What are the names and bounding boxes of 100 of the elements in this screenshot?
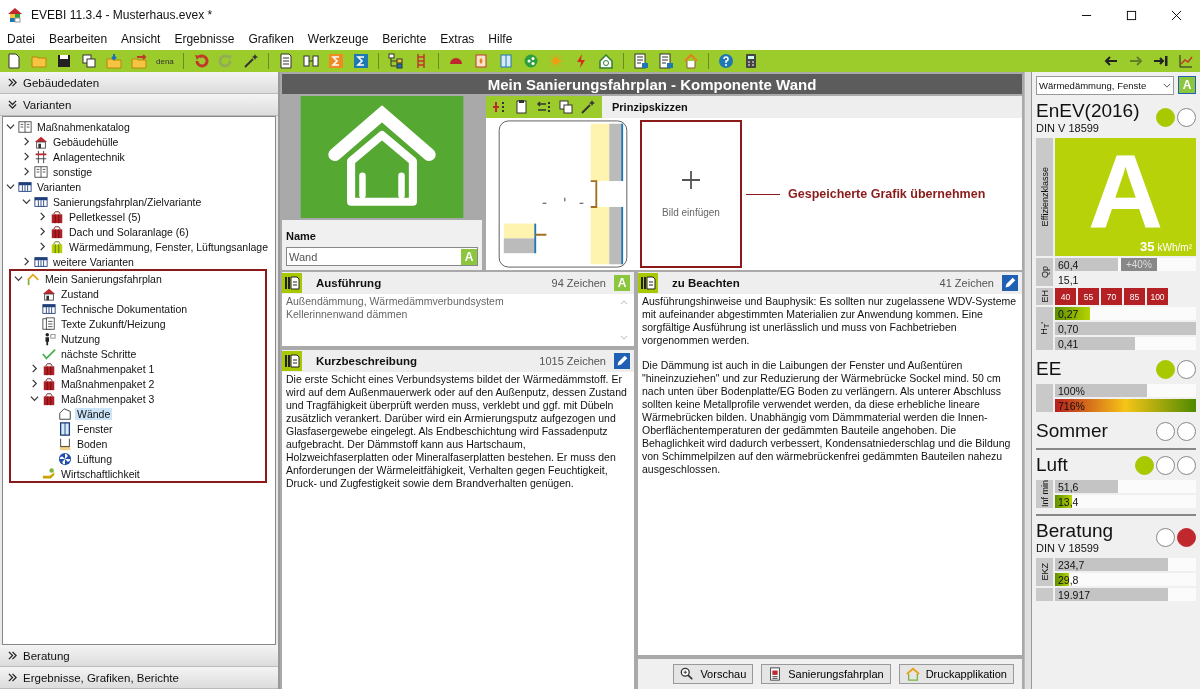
save-icon[interactable]: [56, 53, 72, 69]
chevron-icon[interactable]: [30, 394, 39, 403]
maximize-icon[interactable]: [1126, 9, 1137, 21]
chevron-icon[interactable]: [38, 212, 47, 221]
tree-item[interactable]: Maßnahmenpaket 3: [59, 392, 157, 405]
help-icon[interactable]: [717, 53, 734, 69]
section-header[interactable]: Beratung: [0, 645, 278, 667]
wand-icon[interactable]: [242, 53, 259, 69]
swap-icon[interactable]: [536, 99, 552, 115]
copy-icon[interactable]: [558, 99, 574, 115]
window-icon[interactable]: [497, 53, 514, 69]
action-button[interactable]: Druckapplikation: [898, 664, 1014, 684]
action-button[interactable]: Sanierungsfahrplan: [761, 664, 891, 684]
chevron-icon[interactable]: [38, 227, 47, 236]
copy-icon[interactable]: [81, 53, 97, 69]
report-icon[interactable]: [632, 53, 649, 69]
network-icon[interactable]: [522, 53, 539, 69]
tree-item[interactable]: Gebäudehülle: [51, 135, 121, 148]
section-header[interactable]: Ergebnisse, Grafiken, Berichte: [0, 667, 278, 689]
menu-item[interactable]: Ansicht: [121, 32, 161, 46]
tree-item[interactable]: Technische Dokumentation: [59, 302, 190, 315]
report-icon: [768, 667, 783, 681]
chevron-icon[interactable]: [22, 167, 31, 176]
tree-item[interactable]: Anlagentechnik: [51, 150, 127, 163]
house-outline-icon: [26, 271, 40, 286]
pages-icon: [42, 316, 56, 331]
wand-icon[interactable]: [580, 99, 596, 115]
menu-item[interactable]: Werkzeuge: [307, 32, 369, 46]
tree-item[interactable]: Wände: [75, 407, 113, 420]
menu-item[interactable]: Grafiken: [248, 32, 294, 46]
compare-icon[interactable]: [302, 53, 319, 69]
edit-icon[interactable]: [1002, 275, 1018, 291]
tree-item[interactable]: Boden: [75, 437, 110, 450]
house-icon[interactable]: [597, 53, 614, 69]
tree-item[interactable]: Pelletkessel (5): [67, 210, 143, 223]
section-subtitle: DIN V 18599: [1036, 542, 1100, 554]
tree-item[interactable]: Fenster: [75, 422, 115, 435]
tree-item[interactable]: nächste Schritte: [59, 347, 139, 360]
menu-item[interactable]: Extras: [440, 32, 475, 46]
menu-item[interactable]: Hilfe: [488, 32, 513, 46]
clipboard-icon[interactable]: [514, 99, 530, 115]
app-logo-icon: [7, 7, 23, 23]
chevron-icon[interactable]: [22, 152, 31, 161]
toolbar-button[interactable]: dena: [156, 56, 174, 66]
tree-item[interactable]: weitere Varianten: [51, 255, 136, 268]
name-field[interactable]: Wand A: [286, 247, 478, 266]
folder-arrow-icon[interactable]: [131, 53, 147, 69]
document-icon[interactable]: [6, 53, 22, 69]
chevron-icon[interactable]: [6, 182, 15, 191]
hierarchy-icon[interactable]: [387, 53, 404, 69]
window-title: EVEBI 11.3.4 - Musterhaus.evex *: [31, 8, 213, 22]
chevron-icon[interactable]: [22, 137, 31, 146]
insert-image-button[interactable]: Bild einfügen: [640, 120, 742, 268]
menu-item[interactable]: Datei: [7, 32, 35, 46]
tree-item[interactable]: Lüftung: [75, 452, 115, 465]
tree-item[interactable]: Maßnahmenpaket 1: [59, 362, 157, 375]
tree-item[interactable]: Zustand: [59, 287, 101, 300]
section-header[interactable]: Gebäudedaten: [0, 72, 278, 94]
chevron-icon[interactable]: [30, 379, 39, 388]
chevron-icon[interactable]: [22, 197, 31, 206]
tree-item[interactable]: Varianten: [35, 180, 84, 193]
row-label: Effizienzklasse: [1036, 138, 1053, 256]
variant-dropdown[interactable]: Wärmedämmung, Fenste: [1036, 75, 1174, 95]
chevron-icon[interactable]: [30, 364, 39, 373]
menu-item[interactable]: Ergebnisse: [174, 32, 235, 46]
tree-item[interactable]: Texte Zukunft/Heizung: [59, 317, 168, 330]
sigma-icon[interactable]: [352, 53, 369, 69]
page-icon[interactable]: [277, 53, 294, 69]
report-icon[interactable]: [657, 53, 674, 69]
action-button[interactable]: Vorschau: [673, 664, 754, 684]
tree-item[interactable]: Wirtschaftlichkeit: [59, 467, 142, 480]
chevron-icon[interactable]: [22, 257, 31, 266]
folder-arrow-icon[interactable]: [106, 53, 122, 69]
tree-item[interactable]: Wärmedämmung, Fenster, Lüftungsanlage: [67, 240, 271, 253]
chevron-icon[interactable]: [14, 274, 23, 283]
arrow-to-bar-icon[interactable]: [1153, 53, 1169, 69]
value-text: 0,27: [1057, 307, 1079, 320]
row-label: Inf min: [1036, 480, 1053, 508]
chevron-icon[interactable]: [6, 122, 15, 131]
tree-item[interactable]: sonstige: [51, 165, 95, 178]
flame-icon[interactable]: [472, 53, 489, 69]
close-icon[interactable]: [1171, 9, 1182, 21]
editor-title: Mein Sanierungsfahrplan - Komponente Wand: [282, 74, 1022, 94]
chevron-icon[interactable]: [38, 242, 47, 251]
tree-item[interactable]: Dach und Solaranlage (6): [67, 225, 191, 238]
undo-icon[interactable]: [192, 53, 209, 69]
tree-item[interactable]: Maßnahmenkatalog: [35, 120, 132, 133]
tree-item[interactable]: Sanierungsfahrplan/Zielvariante: [51, 195, 204, 208]
edit-icon[interactable]: [614, 353, 630, 369]
table-icon: [18, 179, 32, 194]
tree-item[interactable]: Mein Sanierungsfahrplan: [43, 272, 164, 285]
section-header[interactable]: Varianten: [0, 94, 278, 116]
line-chart-icon[interactable]: [1178, 53, 1194, 69]
tree-item[interactable]: Maßnahmenpaket 2: [59, 377, 157, 390]
section-title: EE: [1036, 358, 1062, 380]
tree-item[interactable]: Nutzung: [59, 332, 103, 345]
menu-item[interactable]: Bearbeiten: [49, 32, 108, 46]
house-icon[interactable]: [682, 53, 699, 69]
menu-item[interactable]: Berichte: [382, 32, 427, 46]
scrollbar[interactable]: [1024, 72, 1031, 689]
